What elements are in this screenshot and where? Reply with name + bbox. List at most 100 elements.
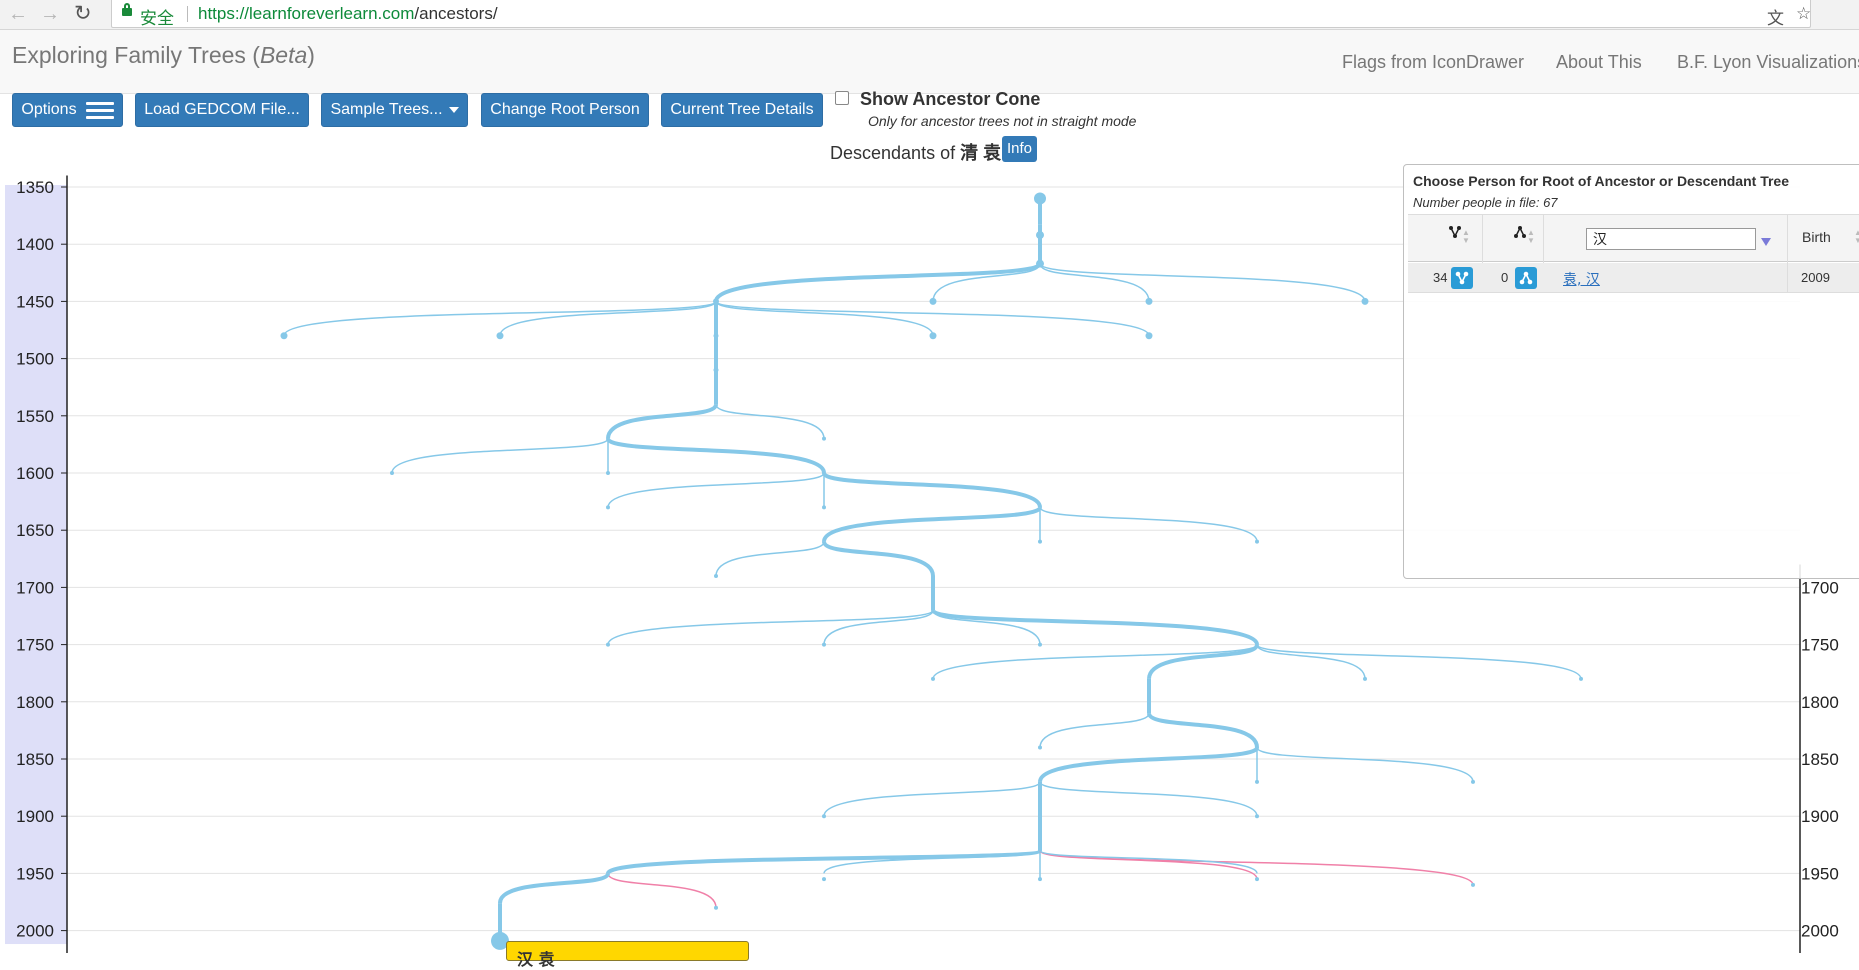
year-tick-label: 2000 <box>16 922 54 941</box>
tree-link <box>931 608 1259 646</box>
year-tick-label: 1950 <box>16 864 54 883</box>
tree-link <box>823 781 1041 817</box>
right-year-tick-label: 2000 <box>1801 922 1839 941</box>
year-tick-label: 1700 <box>16 578 54 597</box>
right-year-tick-label: 1950 <box>1801 864 1839 883</box>
ancestors-icon <box>1514 226 1526 238</box>
tree-link <box>715 541 825 577</box>
person-node <box>496 332 504 340</box>
person-node <box>822 877 826 882</box>
person-node <box>1038 877 1042 882</box>
sort-birth-icon[interactable]: ▲ ▼ <box>1854 229 1859 245</box>
person-node <box>1255 877 1259 882</box>
tree-link <box>822 505 1042 543</box>
tree-link <box>283 300 717 337</box>
ancestors-icon <box>1519 271 1533 285</box>
tree-link <box>498 872 610 904</box>
person-node <box>713 367 719 373</box>
person-node <box>1471 882 1475 887</box>
tree-link <box>1038 745 1259 783</box>
show-descendants-button[interactable] <box>1451 267 1473 289</box>
year-tick-label: 1400 <box>16 235 54 254</box>
person-name-link[interactable]: 袁, 汉 <box>1563 269 1600 289</box>
tree-link <box>1256 746 1474 783</box>
person-node <box>1038 539 1042 544</box>
load-gedcom-button[interactable]: Load GEDCOM File... <box>135 93 309 127</box>
tree-link <box>1147 712 1259 749</box>
year-tick-label: 1650 <box>16 521 54 540</box>
tree-link <box>1256 643 1582 680</box>
table-row[interactable]: 34 0 袁, 汉 2009 <box>1408 263 1859 293</box>
tree-link <box>715 300 1150 337</box>
person-node <box>822 642 826 647</box>
birth-column-header[interactable]: Birth <box>1802 229 1831 245</box>
right-year-tick-label: 1750 <box>1801 636 1839 655</box>
tree-link <box>932 643 1258 680</box>
person-node <box>1255 539 1259 544</box>
person-node <box>1255 779 1259 784</box>
tree-link <box>715 404 825 439</box>
current-tree-details-button[interactable]: Current Tree Details <box>661 93 823 127</box>
person-node <box>713 333 719 339</box>
person-node <box>1145 297 1153 305</box>
person-node <box>1363 676 1367 681</box>
ancestor-cone-checkbox[interactable] <box>835 91 849 105</box>
tree-link <box>607 609 934 645</box>
sort-ancestors-icon[interactable]: ▲ ▼ <box>1527 229 1535 245</box>
tree-link <box>606 436 826 474</box>
tree-link <box>714 261 1042 303</box>
person-node <box>822 814 826 819</box>
person-node <box>931 676 935 681</box>
right-year-tick-label: 1800 <box>1801 693 1839 712</box>
selected-person-popup[interactable]: 汉 袁 <box>506 941 749 969</box>
year-tick-label: 1500 <box>16 350 54 369</box>
right-year-tick-label: 1700 <box>1801 578 1839 597</box>
show-ancestors-button[interactable] <box>1515 267 1537 289</box>
caret-down-icon <box>448 107 459 113</box>
right-year-tick-label: 1900 <box>1801 807 1839 826</box>
year-tick-label: 1900 <box>16 807 54 826</box>
info-button[interactable]: Info <box>1002 136 1038 162</box>
tree-link <box>607 873 717 908</box>
panel-subtitle: Number people in file: 67 <box>1413 195 1558 210</box>
person-node <box>714 905 718 910</box>
person-node <box>1036 231 1044 240</box>
tree-link <box>1039 262 1366 302</box>
panel-title: Choose Person for Root of Ancestor or De… <box>1413 173 1789 189</box>
choose-root-panel: Choose Person for Root of Ancestor or De… <box>1403 164 1859 579</box>
person-node <box>1034 192 1046 205</box>
ancestor-cone-note: Only for ancestor trees not in straight … <box>868 113 1137 129</box>
person-node <box>1036 259 1044 268</box>
person-node <box>1145 332 1153 340</box>
tree-link <box>391 437 609 474</box>
tree-title: Descendants of 清 袁 <box>830 143 1002 163</box>
person-node <box>929 332 937 340</box>
person-node <box>713 298 719 305</box>
tree-link <box>715 300 934 336</box>
ancestor-count: 0 <box>1501 270 1509 285</box>
filter-dropdown-icon[interactable] <box>1761 238 1771 246</box>
people-table-header: ▲▼ ▲▼ Birth ▲▼ <box>1408 214 1859 263</box>
tree-link <box>1039 849 1258 880</box>
tree-link <box>822 540 935 577</box>
tree-link <box>822 471 1042 509</box>
year-tick-label: 1350 <box>16 178 54 197</box>
person-node <box>822 436 826 441</box>
person-node <box>1579 676 1583 681</box>
person-node <box>1038 745 1042 750</box>
person-node <box>1361 297 1369 305</box>
year-tick-label: 1550 <box>16 407 54 426</box>
person-node <box>1471 779 1475 784</box>
change-root-button[interactable]: Change Root Person <box>481 93 649 127</box>
person-node <box>280 332 288 340</box>
sort-descendants-icon[interactable]: ▲ ▼ <box>1462 229 1470 245</box>
person-node <box>714 573 718 578</box>
descendants-icon <box>1455 271 1469 285</box>
person-node <box>929 297 937 305</box>
person-node <box>390 471 394 475</box>
options-button[interactable]: Options <box>12 93 123 127</box>
sample-trees-button[interactable]: Sample Trees... <box>321 93 468 127</box>
person-node <box>606 505 610 510</box>
name-filter-input[interactable] <box>1586 228 1756 250</box>
tree-link <box>1039 712 1150 748</box>
